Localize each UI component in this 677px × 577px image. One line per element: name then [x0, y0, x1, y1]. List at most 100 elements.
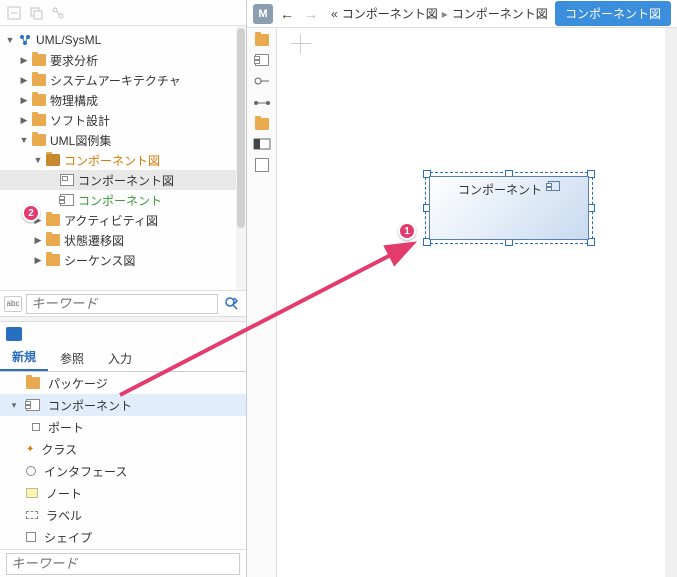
lollipop-icon[interactable]: [253, 74, 271, 88]
origin-cross-icon: [291, 34, 311, 54]
nav-back-button[interactable]: ←: [277, 4, 297, 24]
scrollbar-thumb[interactable]: [237, 28, 245, 228]
tree-container: ▼ UML/SysML ▶ 要求分析 ▶ システムアーキテクチャ ▶: [0, 26, 246, 290]
model-tree[interactable]: ▼ UML/SysML ▶ 要求分析 ▶ システムアーキテクチャ ▶: [0, 26, 246, 274]
tree-item-softdesign[interactable]: ▶ ソフト設計: [0, 110, 246, 130]
element-icon[interactable]: [253, 138, 271, 150]
model-button[interactable]: M: [253, 4, 273, 24]
twisty-open-icon[interactable]: ▼: [32, 154, 44, 166]
interface-icon: [26, 466, 36, 476]
folder-icon: [32, 134, 46, 146]
toolbox-icon: [6, 327, 22, 341]
palette-item-package[interactable]: パッケージ: [0, 372, 246, 394]
copy-icon[interactable]: [28, 5, 44, 21]
canvas-component[interactable]: コンポーネント: [429, 176, 589, 240]
tab-reference[interactable]: 参照: [48, 346, 96, 371]
breadcrumb-prefix: «: [331, 7, 338, 21]
tree-item-label: 要求分析: [50, 52, 98, 69]
palette-search: [0, 549, 246, 577]
palette-item-port[interactable]: ポート: [0, 416, 246, 438]
shape-icon[interactable]: [255, 158, 269, 172]
breadcrumb-separator-icon: ▸: [442, 7, 448, 21]
tree-item-label: 状態遷移図: [64, 232, 124, 249]
tree-item-sequence[interactable]: ▶ シーケンス図: [0, 250, 246, 270]
palette-search-input[interactable]: [6, 553, 240, 575]
palette-label: インタフェース: [44, 463, 127, 480]
palette-tabs: 新規 参照 入力: [0, 346, 246, 372]
folder-icon[interactable]: [255, 34, 269, 46]
palette-header: [0, 322, 246, 346]
tree-item-label: コンポーネント図: [64, 152, 160, 169]
twisty-open-icon[interactable]: ▾: [8, 399, 20, 411]
palette-label: コンポーネント: [48, 397, 132, 414]
palette-item-label[interactable]: ラベル: [0, 504, 246, 526]
collapse-icon[interactable]: [6, 5, 22, 21]
nav-forward-button[interactable]: →: [301, 4, 321, 24]
folder-icon: [46, 214, 60, 226]
diagram-canvas[interactable]: コンポーネント: [277, 28, 677, 577]
tab-input[interactable]: 入力: [96, 346, 144, 371]
folder-icon: [32, 54, 46, 66]
folder-icon: [32, 114, 46, 126]
twisty-open-icon[interactable]: ▼: [4, 34, 16, 46]
palette-list: パッケージ ▾ コンポーネント ポート ✦ クラス インタフェース: [0, 372, 246, 548]
tree-item-statemachine[interactable]: ▶ 状態遷移図: [0, 230, 246, 250]
twisty-closed-icon[interactable]: ▶: [32, 234, 44, 246]
breadcrumb-item[interactable]: コンポーネント図: [452, 5, 548, 22]
tree-item-label: コンポーネント: [78, 192, 162, 209]
palette-item-component[interactable]: ▾ コンポーネント: [0, 394, 246, 416]
folder-icon: [46, 254, 60, 266]
diagram-type-button[interactable]: コンポーネント図: [555, 1, 671, 26]
folder-open-icon: [46, 154, 60, 166]
search-go-icon: [224, 296, 240, 312]
tree-search: abc: [0, 290, 246, 316]
folder-icon[interactable]: [255, 118, 269, 130]
class-sparkle-icon: ✦: [26, 444, 34, 455]
twisty-closed-icon[interactable]: ▶: [18, 94, 30, 106]
tree-scrollbar[interactable]: [236, 26, 246, 290]
search-go-button[interactable]: [222, 294, 242, 314]
palette-item-class[interactable]: ✦ クラス: [0, 438, 246, 460]
shape-icon: [26, 532, 36, 542]
tree-item-label: アクティビティ図: [64, 212, 158, 229]
tree-item-label: システムアーキテクチャ: [50, 72, 181, 89]
breadcrumb-item[interactable]: コンポーネント図: [342, 5, 438, 22]
twisty-open-icon[interactable]: ▼: [18, 134, 30, 146]
tree-item-physical[interactable]: ▶ 物理構成: [0, 90, 246, 110]
canvas-area: コンポーネント: [247, 28, 677, 577]
canvas-scrollbar[interactable]: [665, 28, 677, 577]
tree-item-label: UML図例集: [50, 132, 111, 149]
tree-item-requirements[interactable]: ▶ 要求分析: [0, 50, 246, 70]
twisty-closed-icon[interactable]: ▶: [18, 74, 30, 86]
tree-root-label: UML/SysML: [36, 33, 101, 47]
folder-icon: [46, 234, 60, 246]
tree-root[interactable]: ▼ UML/SysML: [0, 30, 246, 50]
label-icon: [26, 511, 38, 519]
twisty-closed-icon[interactable]: ▶: [32, 254, 44, 266]
component-icon[interactable]: [255, 54, 269, 66]
link-icon[interactable]: [50, 5, 66, 21]
component-box[interactable]: コンポーネント: [429, 176, 589, 240]
tree-item-component-diagram[interactable]: ▶ コンポーネント図: [0, 170, 246, 190]
palette-item-shape[interactable]: シェイプ: [0, 526, 246, 548]
canvas-toolbar: M ← → « コンポーネント図 ▸ コンポーネント図 コンポーネント図: [247, 0, 677, 28]
twisty-closed-icon[interactable]: ▶: [18, 54, 30, 66]
right-panel: M ← → « コンポーネント図 ▸ コンポーネント図 コンポーネント図: [247, 0, 677, 577]
annotation-badge-1: 1: [398, 222, 416, 240]
component-icon: [26, 399, 40, 411]
diagram-icon: [60, 174, 74, 186]
tree-item-examples[interactable]: ▼ UML図例集: [0, 130, 246, 150]
palette-item-note[interactable]: ノート: [0, 482, 246, 504]
tab-new[interactable]: 新規: [0, 344, 48, 371]
connector-icon[interactable]: [253, 96, 271, 110]
palette-label: クラス: [41, 441, 77, 458]
tree-item-sysarch[interactable]: ▶ システムアーキテクチャ: [0, 70, 246, 90]
tree-item-component-folder[interactable]: ▼ コンポーネント図: [0, 150, 246, 170]
folder-icon: [26, 377, 40, 389]
tree-search-input[interactable]: [26, 294, 218, 314]
twisty-closed-icon[interactable]: ▶: [18, 114, 30, 126]
folder-icon: [32, 74, 46, 86]
app-root: ▼ UML/SysML ▶ 要求分析 ▶ システムアーキテクチャ ▶: [0, 0, 677, 577]
search-mode-button[interactable]: abc: [4, 296, 22, 312]
palette-item-interface[interactable]: インタフェース: [0, 460, 246, 482]
